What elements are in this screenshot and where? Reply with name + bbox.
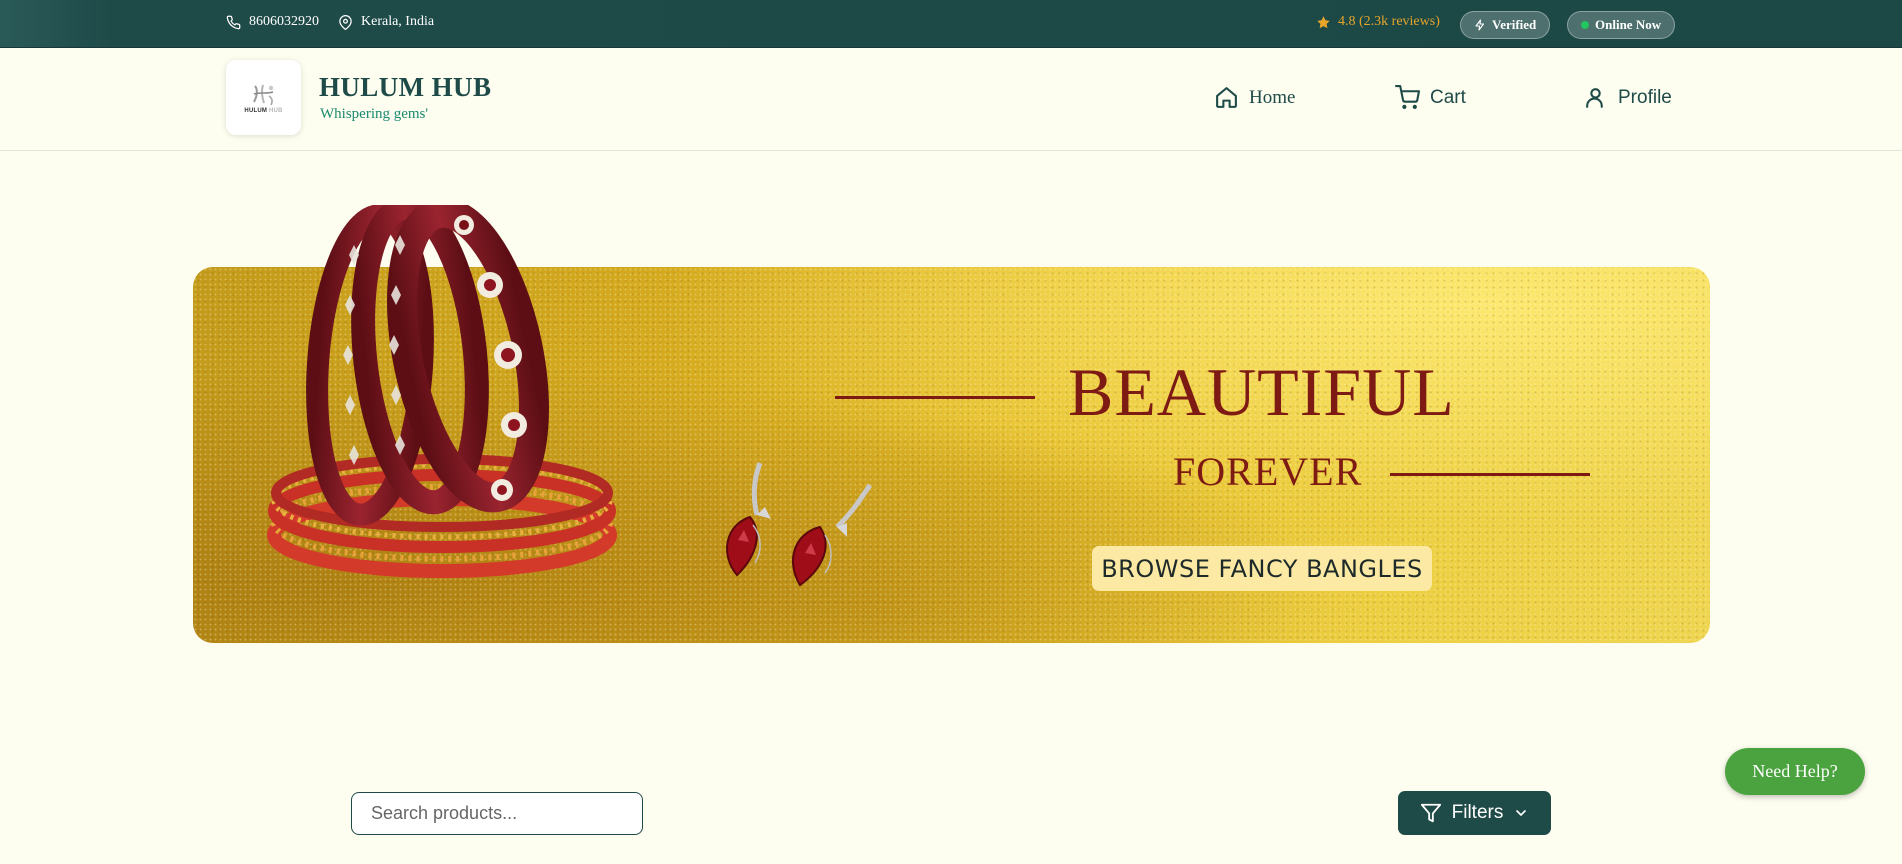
site-header: HULUM HUB HULUM HUB Whispering gems' Hom… bbox=[0, 48, 1902, 151]
brand-title[interactable]: HULUM HUB bbox=[319, 72, 491, 103]
phone-number: 8606032920 bbox=[249, 14, 319, 29]
nav-home[interactable]: Home bbox=[1214, 85, 1295, 110]
lightning-icon bbox=[1475, 19, 1485, 31]
nav-cart-label: Cart bbox=[1430, 86, 1466, 108]
verified-badge: Verified bbox=[1460, 11, 1551, 39]
nav-cart[interactable]: Cart bbox=[1395, 85, 1466, 110]
banner-headline: BEAUTIFUL bbox=[1068, 354, 1455, 430]
banner-divider-line bbox=[835, 396, 1035, 399]
need-help-button[interactable]: Need Help? bbox=[1725, 748, 1865, 795]
nav-profile-label: Profile bbox=[1618, 86, 1672, 108]
rating-text: 4.8 (2.3k reviews) bbox=[1338, 14, 1440, 29]
filters-button[interactable]: Filters bbox=[1398, 791, 1551, 835]
browse-bangles-button[interactable]: BROWSE FANCY BANGLES bbox=[1092, 546, 1432, 591]
chevron-down-icon bbox=[1516, 810, 1527, 816]
top-info-bar: 8606032920 Kerala, India 4.8 (2.3k revie… bbox=[0, 0, 1902, 48]
filters-label: Filters bbox=[1451, 802, 1504, 823]
brand-logo[interactable]: HULUM HUB bbox=[226, 60, 301, 135]
home-icon bbox=[1216, 87, 1237, 108]
online-dot-icon bbox=[1581, 21, 1589, 29]
location-text: Kerala, India bbox=[361, 14, 435, 29]
phone-contact[interactable]: 8606032920 bbox=[226, 14, 319, 30]
rating-summary: 4.8 (2.3k reviews) bbox=[1316, 14, 1440, 30]
nav-home-label: Home bbox=[1249, 86, 1296, 108]
map-pin-icon bbox=[339, 14, 352, 30]
logo-text: HULUM HUB bbox=[244, 107, 283, 114]
cart-icon bbox=[1395, 85, 1420, 109]
bangles-image bbox=[267, 205, 617, 578]
location-info: Kerala, India bbox=[338, 14, 434, 30]
online-label: Online Now bbox=[1595, 17, 1662, 32]
banner-subheadline: FOREVER bbox=[1173, 449, 1363, 494]
nav-profile[interactable]: Profile bbox=[1583, 85, 1672, 110]
brand-tagline: Whispering gems' bbox=[320, 106, 429, 122]
verified-label: Verified bbox=[1492, 17, 1537, 32]
logo-mark-icon bbox=[252, 84, 273, 105]
search-input[interactable] bbox=[351, 792, 643, 835]
filter-icon bbox=[1420, 803, 1441, 823]
phone-icon bbox=[226, 15, 241, 29]
earrings-image bbox=[726, 462, 873, 587]
online-status-badge: Online Now bbox=[1567, 11, 1676, 39]
user-icon bbox=[1586, 88, 1603, 108]
banner-divider-line bbox=[1390, 473, 1590, 476]
star-icon bbox=[1317, 15, 1330, 28]
